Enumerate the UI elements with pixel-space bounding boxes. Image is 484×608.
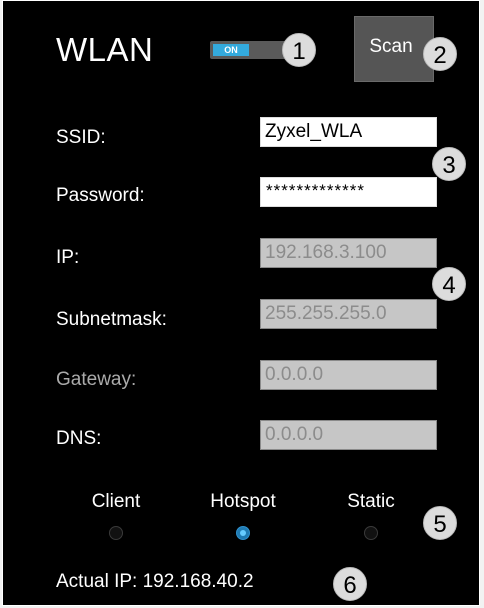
callout-badge-2: 2 xyxy=(423,37,457,71)
radio-client[interactable] xyxy=(109,526,123,540)
password-input[interactable]: ************* xyxy=(260,177,437,207)
ip-field: 192.168.3.100 xyxy=(260,238,437,268)
mode-label-static: Static xyxy=(347,491,395,512)
callout-badge-1: 1 xyxy=(282,33,316,67)
password-label: Password: xyxy=(56,185,145,206)
subnetmask-label: Subnetmask: xyxy=(56,309,167,330)
gateway-field: 0.0.0.0 xyxy=(260,360,437,390)
callout-badge-6: 6 xyxy=(333,567,367,601)
mode-label-client: Client xyxy=(91,491,141,512)
wlan-toggle[interactable]: ON xyxy=(210,41,286,59)
callout-badge-5: 5 xyxy=(423,506,457,540)
dns-label: DNS: xyxy=(56,428,102,449)
ssid-input[interactable]: Zyxel_WLA xyxy=(260,117,437,147)
scan-button[interactable]: Scan xyxy=(354,16,434,82)
actual-ip-status: Actual IP: 192.168.40.2 xyxy=(56,571,254,592)
ssid-label: SSID: xyxy=(56,127,106,148)
dns-field: 0.0.0.0 xyxy=(260,420,437,450)
mode-label-hotspot: Hotspot xyxy=(210,491,276,512)
ip-label: IP: xyxy=(56,247,80,268)
callout-badge-3: 3 xyxy=(432,147,466,181)
radio-static[interactable] xyxy=(364,526,378,540)
page-title: WLAN xyxy=(56,31,154,68)
radio-hotspot[interactable] xyxy=(236,526,250,540)
callout-badge-4: 4 xyxy=(432,267,466,301)
toggle-on-indicator: ON xyxy=(213,44,249,56)
gateway-label: Gateway: xyxy=(56,369,137,390)
subnetmask-field: 255.255.255.0 xyxy=(260,299,437,329)
wlan-settings-panel: WLAN ON 1 Scan 2 SSID: Zyxel_WLA 3 Passw… xyxy=(2,0,480,606)
